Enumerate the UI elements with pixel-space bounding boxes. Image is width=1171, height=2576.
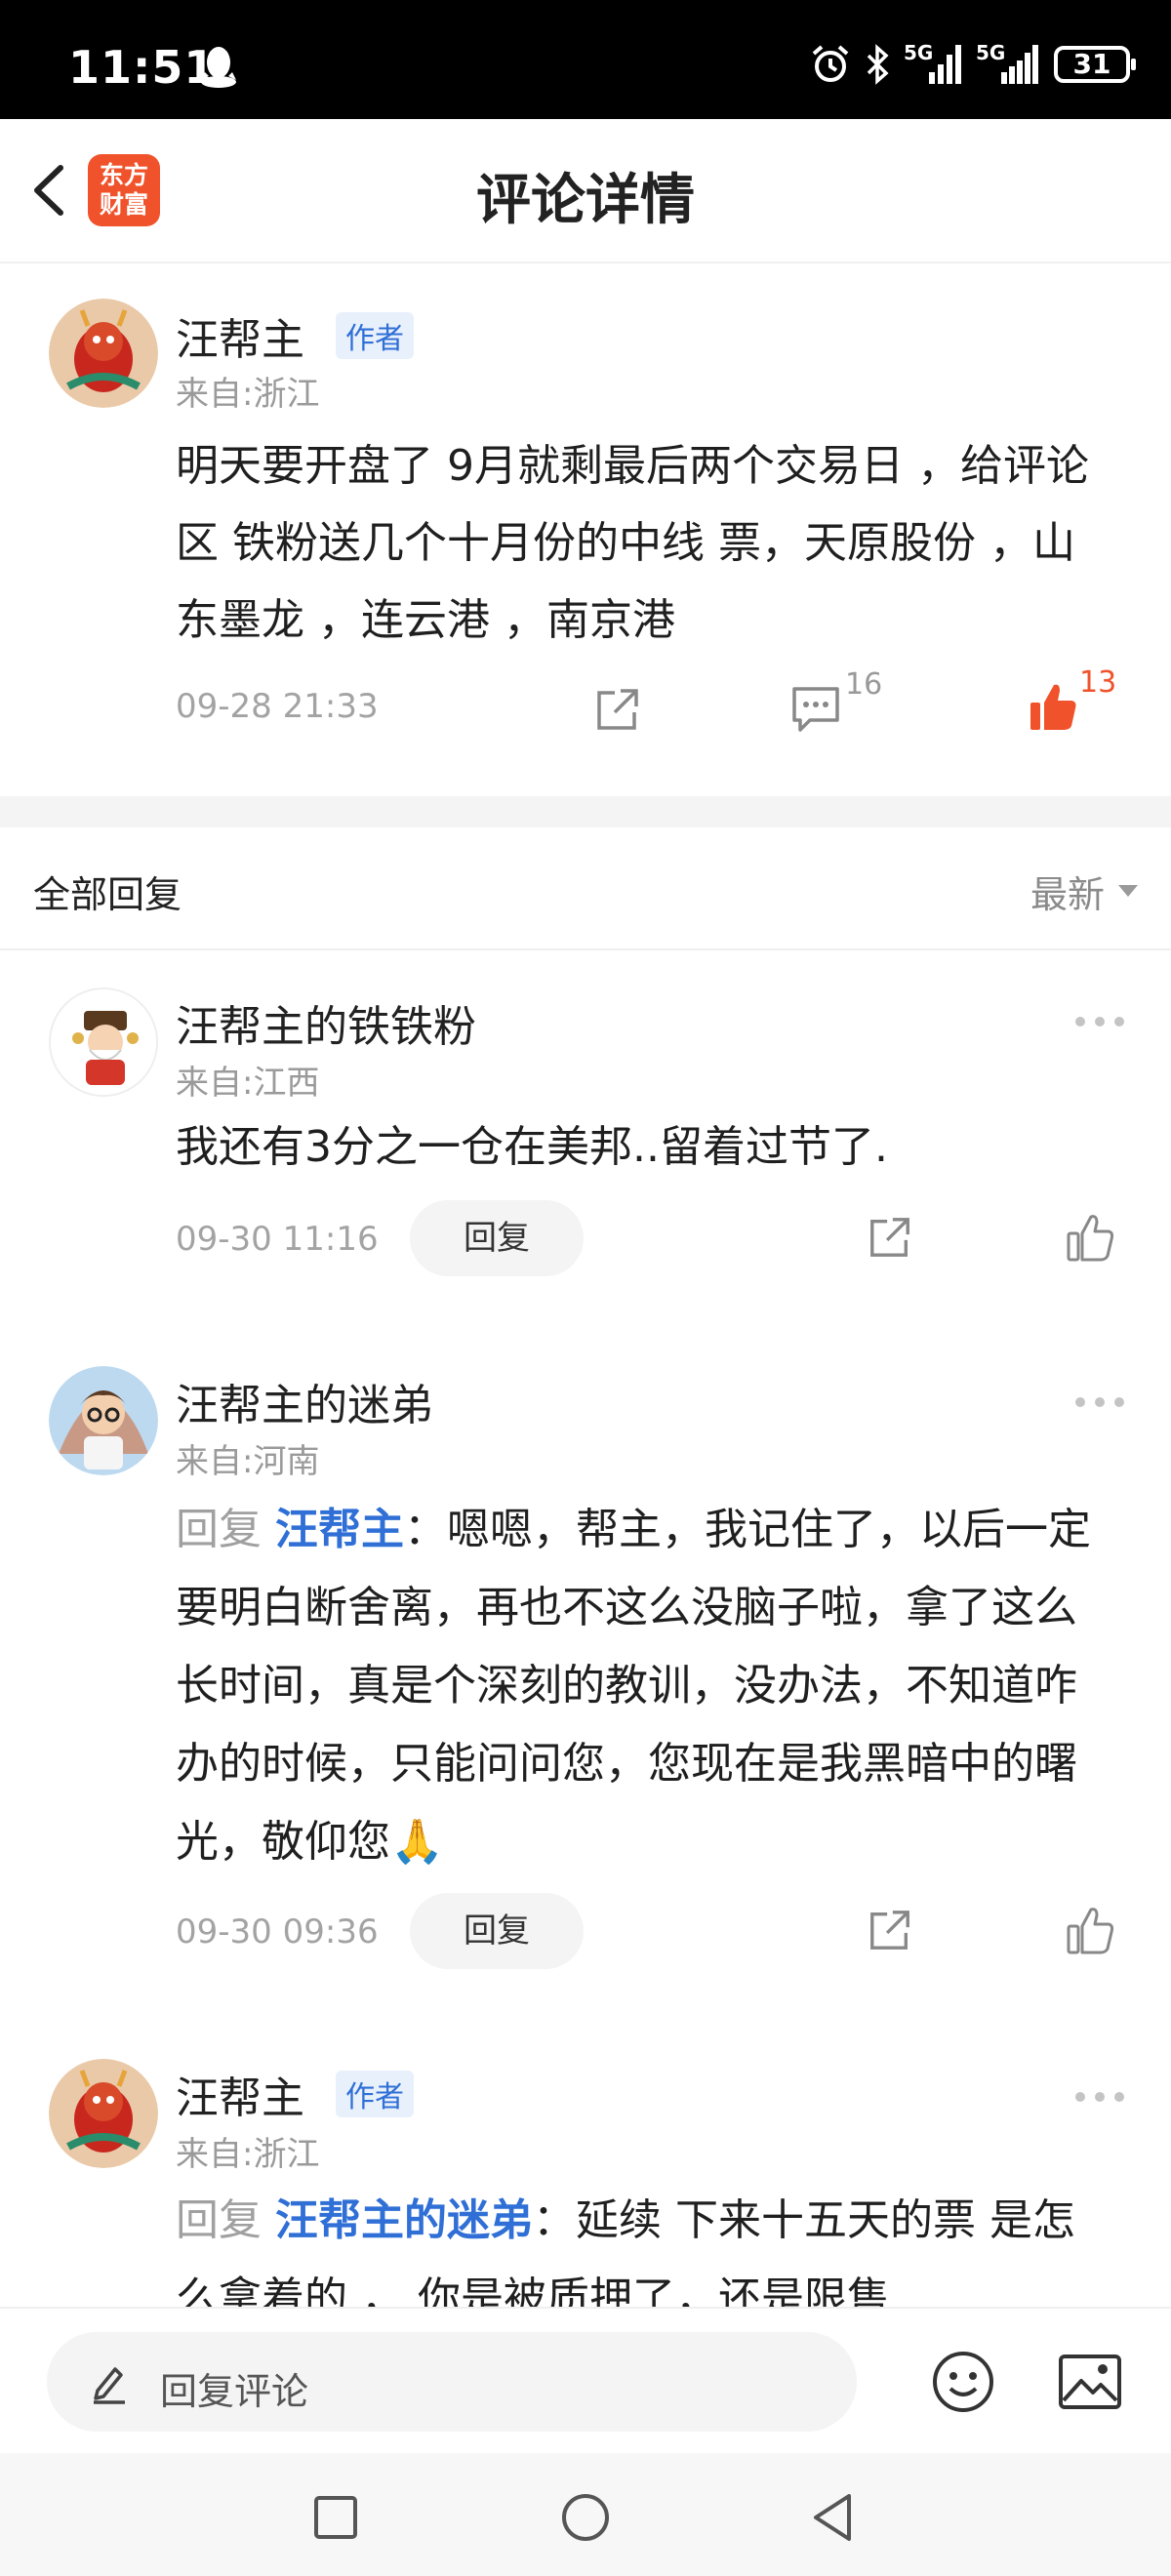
- mention-link[interactable]: 汪帮主的迷弟: [275, 2195, 533, 2245]
- reply-text: 回复 汪帮主：嗯嗯，帮主，我记住了，以后一定要明白断舍离，再也不这么没脑子啦，拿…: [176, 1491, 1112, 1881]
- reply-text: 回复 汪帮主的迷弟：延续 下来十五天的票 是怎么拿着的 ， 你是被质押了，还是限…: [176, 2182, 1112, 2307]
- dragon-avatar-icon: [49, 2059, 158, 2168]
- reply-item: 汪帮主 作者 来自:浙江 回复 汪帮主的迷弟：延续 下来十五天的票 是怎么拿着的…: [0, 2018, 1171, 2307]
- avatar[interactable]: [49, 299, 158, 408]
- dragon-avatar-icon: [49, 299, 158, 408]
- comment-input[interactable]: 回复评论: [47, 2332, 857, 2432]
- pencil-icon: [94, 2367, 125, 2404]
- status-bar: 11:51 5G 5G 31: [0, 0, 1171, 119]
- like-count: 13: [1079, 665, 1117, 700]
- reply-button[interactable]: 回复: [410, 1893, 584, 1969]
- signal-1: 5G: [904, 43, 962, 86]
- reply-author[interactable]: 汪帮主: [176, 2063, 304, 2125]
- author-badge: 作者: [336, 312, 414, 359]
- location-label: 来自:浙江: [176, 2135, 320, 2174]
- more-options-icon[interactable]: [1073, 1395, 1126, 1409]
- comment-icon[interactable]: [790, 685, 841, 734]
- system-nav-bar: [0, 2453, 1171, 2576]
- avatar[interactable]: [49, 1366, 158, 1475]
- location-label: 来自:河南: [176, 1442, 320, 1481]
- reply-time: 09-30 09:36: [176, 1912, 379, 1952]
- like-filled-icon[interactable]: [1029, 681, 1077, 732]
- fortune-god-avatar-icon: [51, 989, 156, 1095]
- status-icons: 5G 5G 31: [810, 43, 1136, 86]
- section-divider: [0, 796, 1171, 827]
- more-options-icon[interactable]: [1073, 2090, 1126, 2104]
- share-icon[interactable]: [867, 1907, 913, 1953]
- alarm-icon: [812, 45, 849, 82]
- avatar[interactable]: [49, 987, 158, 1097]
- reply-item: 汪帮主的铁铁粉 来自:江西 我还有3分之一仓在美邦..留着过节了. 09-30 …: [0, 948, 1171, 1325]
- emoji-icon[interactable]: [931, 2350, 995, 2414]
- signal-2: 5G: [976, 43, 1040, 86]
- reply-content: ：嗯嗯，帮主，我记住了，以后一定要明白断舍离，再也不这么没脑子啦，拿了这么长时间…: [176, 1505, 1091, 1867]
- caret-down-icon: [1118, 884, 1138, 897]
- qq-penguin-icon: [201, 47, 236, 88]
- reply-prefix: 回复: [176, 1505, 275, 1554]
- reply-author[interactable]: 汪帮主的迷弟: [176, 1370, 433, 1432]
- more-options-icon[interactable]: [1073, 1015, 1126, 1028]
- cartoon-boy-avatar-icon: [49, 1366, 158, 1475]
- avatar[interactable]: [49, 2059, 158, 2168]
- page-title: 评论详情: [476, 169, 695, 232]
- author-badge: 作者: [336, 2071, 414, 2117]
- replies-header: 全部回复 最新: [0, 827, 1171, 950]
- comment-bar: 回复评论: [0, 2307, 1171, 2455]
- comment-count: 16: [845, 667, 883, 702]
- signal-bars-icon: [929, 45, 961, 84]
- share-icon[interactable]: [867, 1214, 913, 1261]
- sort-dropdown[interactable]: 最新: [1030, 865, 1138, 918]
- home-icon[interactable]: [560, 2492, 611, 2543]
- comment-placeholder: 回复评论: [160, 2370, 309, 2413]
- reply-button[interactable]: 回复: [410, 1200, 584, 1276]
- bluetooth-icon: [867, 44, 889, 85]
- sort-label: 最新: [1030, 873, 1105, 916]
- reply-author[interactable]: 汪帮主的铁铁粉: [176, 991, 476, 1054]
- post-time: 09-28 21:33: [176, 687, 379, 726]
- image-icon[interactable]: [1058, 2354, 1122, 2410]
- main-post: 汪帮主 作者 来自:浙江 明天要开盘了 9月就剩最后两个交易日 ，给评论区 铁粉…: [0, 263, 1171, 796]
- reply-item: 汪帮主的迷弟 来自:河南 回复 汪帮主：嗯嗯，帮主，我记住了，以后一定要明白断舍…: [0, 1325, 1171, 2018]
- share-icon[interactable]: [593, 685, 642, 734]
- mention-link[interactable]: 汪帮主: [275, 1505, 404, 1554]
- location-label: 来自:浙江: [176, 375, 320, 414]
- reply-time: 09-30 11:16: [176, 1220, 379, 1259]
- location-label: 来自:江西: [176, 1064, 320, 1103]
- post-body: 明天要开盘了 9月就剩最后两个交易日 ，给评论区 铁粉送几个十月份的中线 票，天…: [176, 441, 1089, 645]
- recent-apps-icon[interactable]: [312, 2494, 359, 2541]
- reply-prefix: 回复: [176, 2195, 275, 2245]
- status-time: 11:51: [68, 41, 217, 94]
- author-name[interactable]: 汪帮主: [176, 304, 304, 367]
- app-header: 东方 财富 评论详情: [0, 119, 1171, 263]
- like-icon[interactable]: [1066, 1212, 1114, 1263]
- back-nav-icon[interactable]: [810, 2492, 857, 2543]
- reply-text: 我还有3分之一仓在美邦..留着过节了.: [176, 1122, 888, 1172]
- replies-title: 全部回复: [33, 873, 182, 916]
- like-icon[interactable]: [1066, 1905, 1114, 1955]
- signal-bars-icon: [1001, 45, 1038, 84]
- battery-indicator: 31: [1054, 46, 1136, 83]
